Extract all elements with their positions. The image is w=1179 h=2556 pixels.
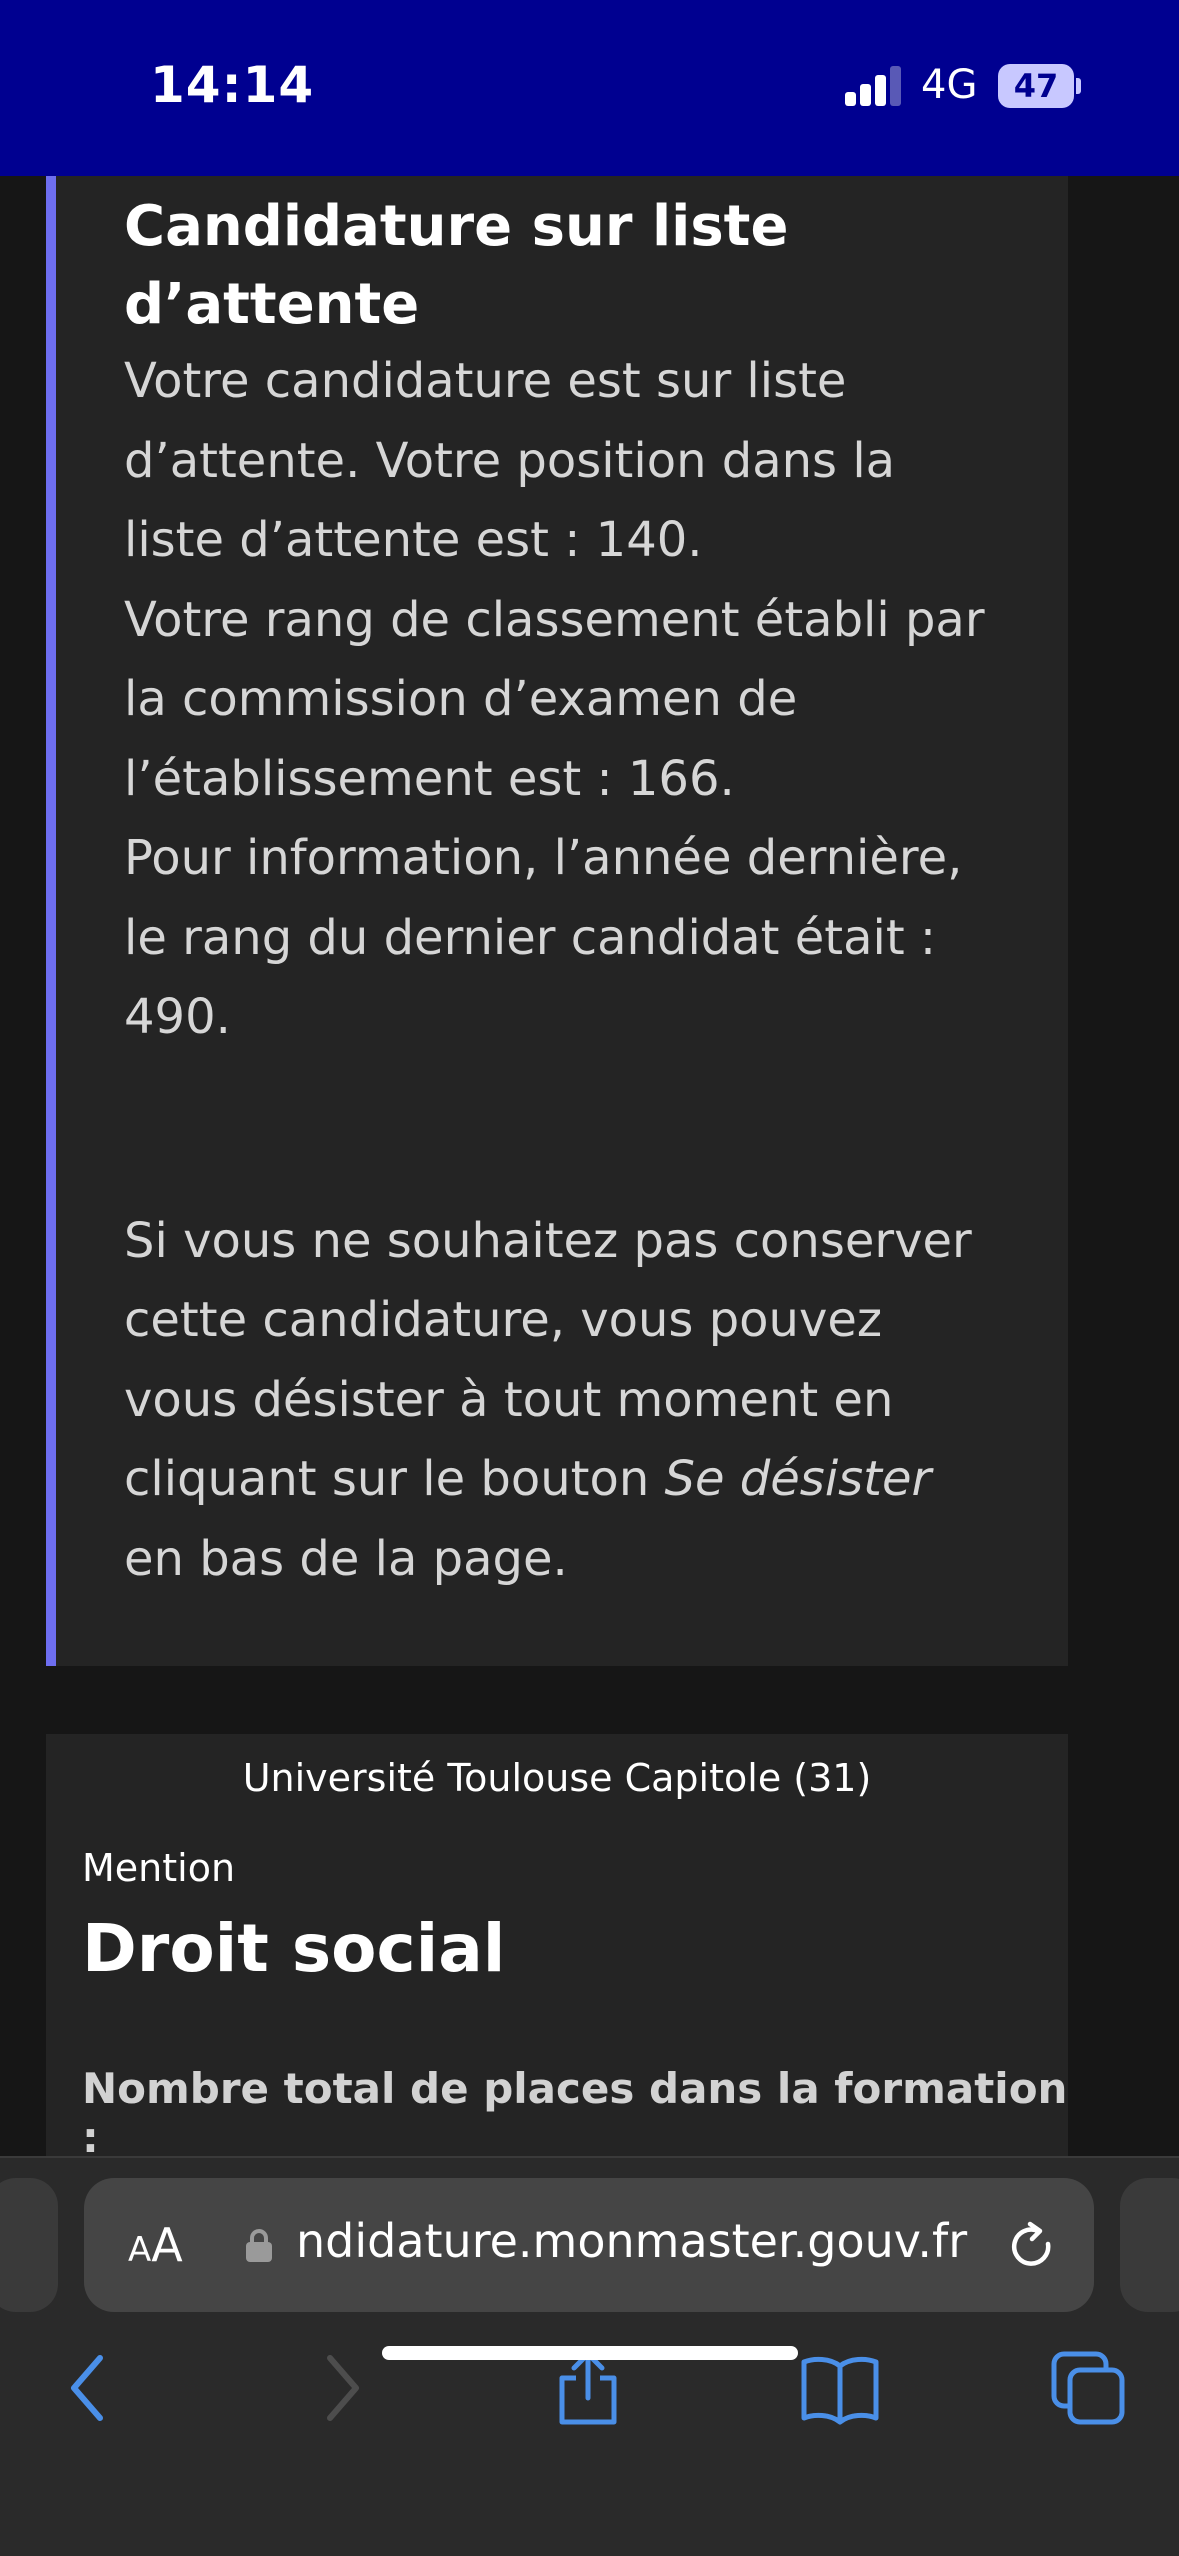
withdraw-line: cliquant sur le bouton Se désister [124,1440,1064,1520]
total-places-label: Nombre total de places dans la formation… [82,2064,1068,2156]
battery-nub [1076,78,1081,94]
formation-card: Université Toulouse Capitole (31) Mentio… [46,1734,1068,2156]
text-size-button[interactable]: AA [128,2218,183,2272]
home-indicator [382,2346,798,2360]
lock-icon [246,2229,272,2262]
notice-line: 490. [124,989,231,1045]
notice-title: Candidature sur liste d’attente [124,188,1024,344]
tabs-icon[interactable] [1050,2350,1126,2426]
address-bar[interactable]: AA ndidature.monmaster.gouv.fr [84,2178,1094,2312]
signal-icon [845,66,901,106]
text-size-large: A [151,2218,183,2272]
withdraw-line: Si vous ne souhaitez pas conserver [124,1212,972,1269]
notice-line: la commission d’examen de [124,671,798,727]
withdraw-line: en bas de la page. [124,1530,568,1587]
notice-line: Pour information, l’année dernière, [124,830,963,886]
notice-line: d’attente. Votre position dans la [124,432,896,489]
formation-title: Droit social [82,1910,506,1987]
notice-text: Votre candidature est sur liste d’attent… [124,342,1064,1599]
page-content[interactable]: Candidature sur liste d’attente Votre ca… [0,176,1179,2156]
notice-line: Votre rang de classement établi par [124,591,985,648]
withdraw-line: vous désister à tout moment en [124,1371,894,1428]
notice-line: l’établissement est : 166. [124,750,735,807]
bookmarks-icon[interactable] [800,2350,880,2426]
reload-icon[interactable] [1004,2218,1060,2274]
share-icon[interactable] [554,2350,622,2426]
notice-line: Votre candidature est sur liste [124,353,847,409]
previous-tab-preview[interactable] [0,2178,58,2312]
withdraw-button-reference: Se désister [664,1451,932,1507]
forward-icon[interactable] [316,2350,368,2426]
university-name: Université Toulouse Capitole (31) [242,1756,872,1800]
battery-icon: 47 [998,64,1074,108]
url-text: ndidature.monmaster.gouv.fr [296,2214,968,2268]
waitlist-notice: Candidature sur liste d’attente Votre ca… [46,176,1068,1666]
back-icon[interactable] [62,2350,114,2426]
notice-title-line: d’attente [124,272,420,337]
next-tab-preview[interactable] [1120,2178,1179,2312]
notice-line: liste d’attente est : 140. [124,512,703,568]
network-type: 4G [921,62,978,108]
status-time: 14:14 [150,56,315,114]
notice-title-line: Candidature sur liste [124,194,789,259]
mention-label: Mention [82,1846,236,1890]
status-bar: 14:14 4G 47 [0,0,1179,176]
withdraw-line-text: cliquant sur le bouton [124,1451,665,1507]
withdraw-line: cette candidature, vous pouvez [124,1292,883,1348]
text-size-small: A [128,2230,152,2270]
notice-line: le rang du dernier candidat était : [124,909,937,966]
